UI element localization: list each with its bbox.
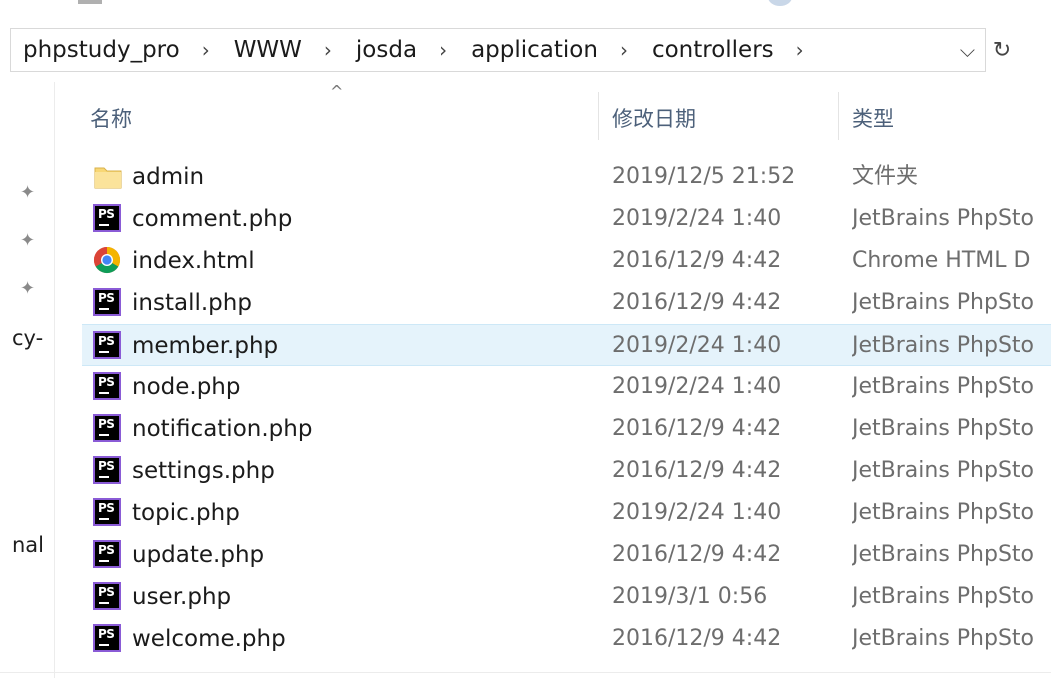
column-resize-handle[interactable] xyxy=(838,92,839,140)
phpstorm-file-icon: PS xyxy=(92,413,122,443)
file-type: JetBrains PhpSto xyxy=(852,374,1035,399)
file-name[interactable]: notification.php xyxy=(132,408,312,450)
phpstorm-file-icon: PS xyxy=(92,623,122,653)
file-type: 文件夹 xyxy=(852,164,919,189)
file-type: JetBrains PhpSto xyxy=(852,290,1035,315)
file-row[interactable]: PS user.php 2019/3/1 0:56 JetBrains PhpSto xyxy=(82,576,1051,618)
chevron-right-icon[interactable]: › xyxy=(202,38,210,62)
file-row[interactable]: PS member.php 2019/2/24 1:40 JetBrains PhpS… xyxy=(82,324,1051,366)
file-modified-date: 2016/12/9 4:42 xyxy=(612,416,782,441)
file-type: JetBrains PhpSto xyxy=(852,626,1035,651)
chevron-right-icon[interactable]: › xyxy=(439,38,447,62)
chevron-right-icon[interactable]: › xyxy=(620,38,628,62)
chevron-down-icon: ⌵ xyxy=(959,38,975,62)
file-modified-date: 2016/12/9 4:42 xyxy=(612,626,782,651)
file-modified-date: 2019/2/24 1:40 xyxy=(612,333,782,358)
sort-ascending-icon: ^ xyxy=(330,82,344,101)
file-row[interactable]: PS topic.php 2019/2/24 1:40 JetBrains PhpSt… xyxy=(82,492,1051,534)
breadcrumb: phpstudy_pro › WWW › josda › application… xyxy=(23,29,828,71)
refresh-icon: ↻ xyxy=(992,37,1012,63)
folder-icon xyxy=(92,161,122,191)
breadcrumb-application[interactable]: application xyxy=(471,37,598,63)
title-bar-app-icon xyxy=(768,0,792,6)
file-modified-date: 2016/12/9 4:42 xyxy=(612,542,782,567)
column-header-type[interactable]: 类型 xyxy=(852,96,894,140)
file-name[interactable]: settings.php xyxy=(132,450,275,492)
file-type: JetBrains PhpSto xyxy=(852,206,1035,231)
pin-icon: ✦ xyxy=(20,230,36,251)
file-name[interactable]: admin xyxy=(132,156,204,198)
file-row[interactable]: PS node.php 2019/2/24 1:40 JetBrains PhpSto xyxy=(82,366,1051,408)
navigation-pane: ✦ ✦ ✦ cy- nal xyxy=(0,82,54,678)
file-name[interactable]: install.php xyxy=(132,282,252,324)
nav-item-fragment[interactable]: nal xyxy=(12,533,44,557)
phpstorm-file-icon: PS xyxy=(92,330,122,360)
title-bar-mark xyxy=(78,0,102,4)
file-modified-date: 2016/12/9 4:42 xyxy=(612,458,782,483)
column-header-name-label: 名称 xyxy=(90,107,132,131)
file-type: JetBrains PhpSto xyxy=(852,500,1035,525)
phpstorm-file-icon: PS xyxy=(92,581,122,611)
file-name[interactable]: welcome.php xyxy=(132,618,286,660)
file-name[interactable]: update.php xyxy=(132,534,264,576)
title-bar xyxy=(0,0,1051,18)
chevron-right-icon[interactable]: › xyxy=(324,38,332,62)
file-type: JetBrains PhpSto xyxy=(852,584,1035,609)
phpstorm-file-icon: PS xyxy=(92,539,122,569)
file-type: JetBrains PhpSto xyxy=(852,542,1035,567)
file-name[interactable]: topic.php xyxy=(132,492,240,534)
file-row[interactable]: PS update.php 2016/12/9 4:42 JetBrains PhpS… xyxy=(82,534,1051,576)
file-name[interactable]: comment.php xyxy=(132,198,292,240)
pin-icon: ✦ xyxy=(20,278,36,299)
file-row[interactable]: PS notification.php 2016/12/9 4:42 JetBrain… xyxy=(82,408,1051,450)
column-header-date-label: 修改日期 xyxy=(612,107,696,131)
breadcrumb-controllers[interactable]: controllers xyxy=(652,37,774,63)
file-name[interactable]: member.php xyxy=(132,325,278,367)
phpstorm-file-icon: PS xyxy=(92,371,122,401)
file-row[interactable]: PS settings.php 2016/12/9 4:42 JetBrains Ph… xyxy=(82,450,1051,492)
phpstorm-file-icon: PS xyxy=(92,287,122,317)
file-modified-date: 2019/12/5 21:52 xyxy=(612,164,796,189)
file-type: JetBrains PhpSto xyxy=(852,458,1035,483)
pane-divider[interactable] xyxy=(54,82,55,678)
chevron-right-icon[interactable]: › xyxy=(796,38,804,62)
file-name[interactable]: node.php xyxy=(132,366,241,408)
file-type: Chrome HTML D xyxy=(852,248,1031,273)
phpstorm-file-icon: PS xyxy=(92,497,122,527)
breadcrumb-www[interactable]: WWW xyxy=(234,37,302,63)
column-header-name[interactable]: 名称 xyxy=(90,96,132,140)
file-name[interactable]: user.php xyxy=(132,576,231,618)
phpstorm-file-icon: PS xyxy=(92,455,122,485)
nav-item-fragment[interactable]: cy- xyxy=(12,326,43,350)
chrome-file-icon xyxy=(92,245,122,275)
file-row[interactable]: PS comment.php 2019/2/24 1:40 JetBrains Php… xyxy=(82,198,1051,240)
file-modified-date: 2016/12/9 4:42 xyxy=(612,248,782,273)
file-modified-date: 2019/3/1 0:56 xyxy=(612,584,768,609)
column-header-type-label: 类型 xyxy=(852,107,894,131)
phpstorm-file-icon: PS xyxy=(92,203,122,233)
pin-icon: ✦ xyxy=(20,182,36,203)
file-row[interactable]: index.html 2016/12/9 4:42 Chrome HTML D xyxy=(82,240,1051,282)
breadcrumb-phpstudy-pro[interactable]: phpstudy_pro xyxy=(23,37,180,63)
file-name[interactable]: index.html xyxy=(132,240,255,282)
refresh-button[interactable]: ↻ xyxy=(986,28,1018,72)
file-modified-date: 2019/2/24 1:40 xyxy=(612,374,782,399)
file-type: JetBrains PhpSto xyxy=(852,333,1035,358)
file-modified-date: 2019/2/24 1:40 xyxy=(612,206,782,231)
file-type: JetBrains PhpSto xyxy=(852,416,1035,441)
file-modified-date: 2019/2/24 1:40 xyxy=(612,500,782,525)
list-bottom-border xyxy=(0,672,1051,673)
breadcrumb-josda[interactable]: josda xyxy=(356,37,417,63)
address-bar[interactable]: phpstudy_pro › WWW › josda › application… xyxy=(10,28,986,72)
column-header-date[interactable]: 修改日期 xyxy=(612,96,696,140)
file-row[interactable]: PS welcome.php 2016/12/9 4:42 JetBrains Php… xyxy=(82,618,1051,660)
file-modified-date: 2016/12/9 4:42 xyxy=(612,290,782,315)
file-row[interactable]: admin 2019/12/5 21:52 文件夹 xyxy=(82,156,1051,198)
file-row[interactable]: PS install.php 2016/12/9 4:42 JetBrains Php… xyxy=(82,282,1051,324)
column-resize-handle[interactable] xyxy=(598,92,599,140)
history-dropdown-button[interactable]: ⌵ xyxy=(960,29,975,71)
